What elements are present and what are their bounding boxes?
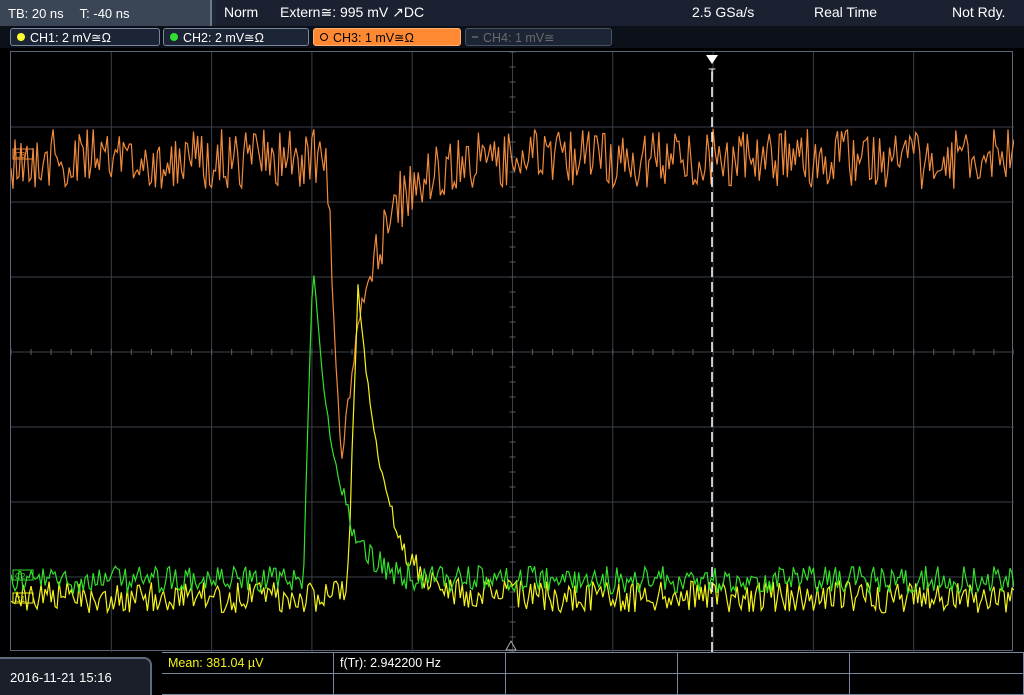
- channel-2-button[interactable]: CH2: 2 mV≅Ω: [163, 28, 309, 46]
- measurement-empty-3[interactable]: [850, 653, 1024, 674]
- waveform-display[interactable]: T C3 C2 C1: [10, 51, 1014, 652]
- acquisition-box[interactable]: Norm Extern≅: 995 mV ↗DC 2.5 GSa/s Real …: [216, 0, 1024, 26]
- ready-status: Not Rdy.: [952, 4, 1006, 20]
- measurement-empty-5[interactable]: [334, 674, 506, 695]
- channel-3-button[interactable]: CH3: 1 mV≅Ω: [313, 28, 461, 46]
- ch1-ref-label: C1: [15, 595, 26, 604]
- channel-4-label: CH4: 1 mV≅: [483, 30, 555, 45]
- measurement-empty-8[interactable]: [850, 674, 1024, 695]
- channel-1-button[interactable]: CH1: 2 mV≅Ω: [10, 28, 160, 46]
- date-time: 2016-11-21 15:16: [10, 669, 112, 685]
- trigger-position-readout: T: -40 ns: [79, 5, 130, 21]
- trigger-mode: Norm: [224, 4, 259, 20]
- channel-3-dot: [320, 33, 328, 41]
- measurement-empty-4[interactable]: [162, 674, 334, 695]
- channel-1-dot: [17, 33, 25, 41]
- horizontal-position-marker-icon[interactable]: [505, 639, 517, 651]
- measurement-mean[interactable]: Mean: 381.04 µV: [162, 653, 334, 674]
- ch1-ref-marker[interactable]: C1: [12, 592, 34, 604]
- ch2-ref-label: C2: [15, 572, 26, 581]
- trigger-marker-icon[interactable]: [706, 55, 718, 64]
- waveform-svg: T C3 C2 C1: [11, 52, 1014, 652]
- measurement-frequency[interactable]: f(Tr): 2.942200 Hz: [334, 653, 506, 674]
- date-time-box: 2016-11-21 15:16: [0, 657, 152, 695]
- trigger-source: Extern≅: 995 mV ↗DC: [280, 4, 425, 20]
- trigger-marker-label: T: [708, 66, 716, 80]
- channel-4-button[interactable]: CH4: 1 mV≅: [465, 28, 612, 46]
- channel-2-label: CH2: 2 mV≅Ω: [183, 30, 264, 45]
- measurement-empty-1[interactable]: [506, 653, 678, 674]
- timebase-box[interactable]: TB: 20 ns T: -40 ns: [0, 0, 212, 26]
- channel-4-dot: [472, 36, 478, 38]
- acquisition-mode: Real Time: [814, 4, 878, 20]
- channel-3-label: CH3: 1 mV≅Ω: [333, 30, 414, 45]
- sample-rate: 2.5 GSa/s: [692, 4, 755, 20]
- measurement-empty-2[interactable]: [678, 653, 850, 674]
- status-bar: TB: 20 ns T: -40 ns Norm Extern≅: 995 mV…: [0, 0, 1024, 26]
- channel-1-label: CH1: 2 mV≅Ω: [30, 30, 111, 45]
- channel-bar: CH1: 2 mV≅Ω CH2: 2 mV≅Ω CH3: 1 mV≅Ω CH4:…: [0, 26, 1024, 48]
- measurement-table: Mean: 381.04 µV f(Tr): 2.942200 Hz: [162, 652, 1024, 695]
- measurement-empty-6[interactable]: [506, 674, 678, 695]
- channel-2-dot: [170, 33, 178, 41]
- timebase-readout: TB: 20 ns: [8, 5, 64, 21]
- measurement-empty-7[interactable]: [678, 674, 850, 695]
- ch3-ref-label: C3: [15, 151, 26, 160]
- ch3-ref-marker[interactable]: C3: [12, 148, 34, 160]
